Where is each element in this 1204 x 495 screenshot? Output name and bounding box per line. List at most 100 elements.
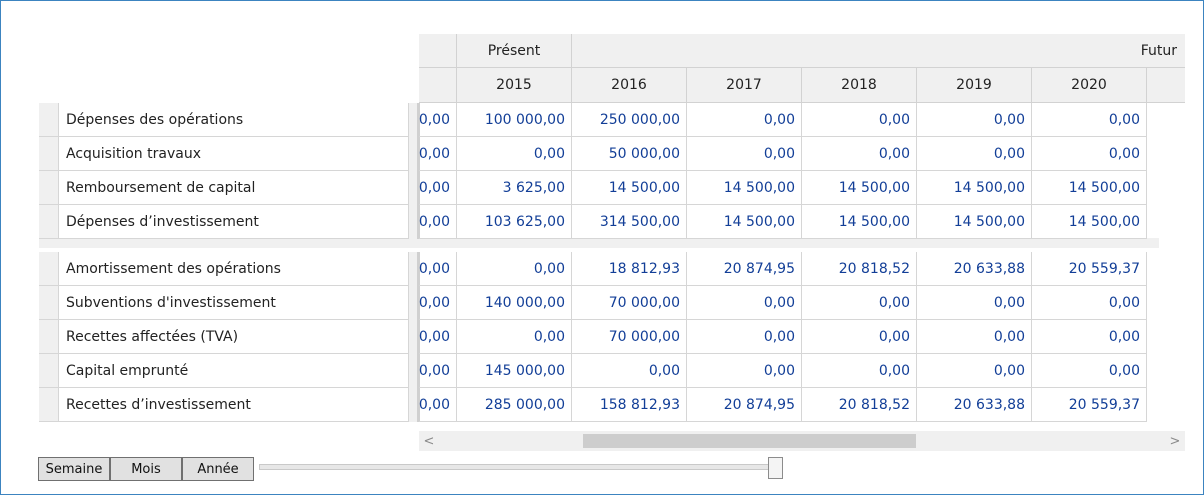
row-label: Subventions d'investissement <box>59 286 409 320</box>
table-row[interactable]: Amortissement des opérations 0,00 0,00 1… <box>39 252 1159 286</box>
cell-2020[interactable]: 14 500,00 <box>1032 205 1147 239</box>
cell-2019[interactable]: 0,00 <box>917 286 1032 320</box>
row-selector[interactable] <box>39 354 59 388</box>
cell-partial[interactable]: 0,00 <box>419 388 457 422</box>
cell-2016[interactable]: 158 812,93 <box>572 388 687 422</box>
row-selector[interactable] <box>39 137 59 171</box>
cell-2015[interactable]: 0,00 <box>457 252 572 286</box>
cell-2016[interactable]: 50 000,00 <box>572 137 687 171</box>
cell-2020[interactable]: 20 559,37 <box>1032 388 1147 422</box>
cell-2016[interactable]: 70 000,00 <box>572 320 687 354</box>
row-label: Capital emprunté <box>59 354 409 388</box>
cell-2015[interactable]: 103 625,00 <box>457 205 572 239</box>
cell-2020[interactable]: 0,00 <box>1032 103 1147 137</box>
cell-2017[interactable]: 0,00 <box>687 286 802 320</box>
cell-2017[interactable]: 20 874,95 <box>687 388 802 422</box>
cell-2019[interactable]: 0,00 <box>917 137 1032 171</box>
cell-2020[interactable]: 0,00 <box>1032 320 1147 354</box>
cell-partial[interactable]: 0,00 <box>419 252 457 286</box>
cell-2017[interactable]: 20 874,95 <box>687 252 802 286</box>
cell-2017[interactable]: 0,00 <box>687 320 802 354</box>
header-present: Présent <box>457 34 572 67</box>
cell-2018[interactable]: 0,00 <box>802 320 917 354</box>
cell-2016[interactable]: 18 812,93 <box>572 252 687 286</box>
cell-partial[interactable]: 0,00 <box>419 103 457 137</box>
row-selector[interactable] <box>39 320 59 354</box>
cell-2018[interactable]: 0,00 <box>802 354 917 388</box>
cell-2019[interactable]: 14 500,00 <box>917 171 1032 205</box>
group-separator <box>39 238 1159 248</box>
cell-partial[interactable]: 0,00 <box>419 137 457 171</box>
cell-2015[interactable]: 0,00 <box>457 137 572 171</box>
cell-partial[interactable]: 0,00 <box>419 171 457 205</box>
cell-2020[interactable]: 0,00 <box>1032 286 1147 320</box>
row-selector[interactable] <box>39 286 59 320</box>
cell-2018[interactable]: 0,00 <box>802 103 917 137</box>
horizontal-scrollbar[interactable]: < > <box>419 431 1185 451</box>
cell-2017[interactable]: 0,00 <box>687 354 802 388</box>
cell-2017[interactable]: 14 500,00 <box>687 171 802 205</box>
cell-2019[interactable]: 20 633,88 <box>917 388 1032 422</box>
cell-2018[interactable]: 14 500,00 <box>802 205 917 239</box>
cell-2015[interactable]: 140 000,00 <box>457 286 572 320</box>
cell-2018[interactable]: 0,00 <box>802 286 917 320</box>
header-period-row: Présent Futur <box>419 34 1185 68</box>
table-row[interactable]: Remboursement de capital 0,00 3 625,00 1… <box>39 171 1159 205</box>
cell-2017[interactable]: 14 500,00 <box>687 205 802 239</box>
cell-2019[interactable]: 0,00 <box>917 354 1032 388</box>
cell-2015[interactable]: 3 625,00 <box>457 171 572 205</box>
row-label: Acquisition travaux <box>59 137 409 171</box>
cell-2015[interactable]: 145 000,00 <box>457 354 572 388</box>
month-button[interactable]: Mois <box>110 457 182 481</box>
year-button[interactable]: Année <box>182 457 254 481</box>
row-selector[interactable] <box>39 252 59 286</box>
row-selector[interactable] <box>39 205 59 239</box>
cell-partial[interactable]: 0,00 <box>419 354 457 388</box>
cell-2015[interactable]: 0,00 <box>457 320 572 354</box>
cell-2018[interactable]: 20 818,52 <box>802 388 917 422</box>
cell-2019[interactable]: 0,00 <box>917 103 1032 137</box>
cell-2018[interactable]: 0,00 <box>802 137 917 171</box>
table-row[interactable]: Subventions d'investissement 0,00 140 00… <box>39 286 1159 320</box>
cell-2017[interactable]: 0,00 <box>687 103 802 137</box>
row-selector[interactable] <box>39 171 59 205</box>
row-selector[interactable] <box>39 103 59 137</box>
zoom-slider-track[interactable] <box>259 464 783 470</box>
cell-2016[interactable]: 70 000,00 <box>572 286 687 320</box>
cell-2015[interactable]: 100 000,00 <box>457 103 572 137</box>
cell-2017[interactable]: 0,00 <box>687 137 802 171</box>
cell-2018[interactable]: 20 818,52 <box>802 252 917 286</box>
cell-2020[interactable]: 20 559,37 <box>1032 252 1147 286</box>
table-row[interactable]: Acquisition travaux 0,00 0,00 50 000,00 … <box>39 137 1159 171</box>
table-row[interactable]: Recettes d’investissement 0,00 285 000,0… <box>39 388 1159 422</box>
cell-2015[interactable]: 285 000,00 <box>457 388 572 422</box>
cell-2020[interactable]: 0,00 <box>1032 137 1147 171</box>
cell-2016[interactable]: 314 500,00 <box>572 205 687 239</box>
cell-2016[interactable]: 14 500,00 <box>572 171 687 205</box>
week-button[interactable]: Semaine <box>38 457 110 481</box>
cell-2019[interactable]: 14 500,00 <box>917 205 1032 239</box>
header-partial-column <box>419 34 457 67</box>
header-year-row: 2015 2016 2017 2018 2019 2020 <box>419 68 1185 103</box>
table-row[interactable]: Dépenses des opérations 0,00 100 000,00 … <box>39 103 1159 137</box>
cell-2020[interactable]: 0,00 <box>1032 354 1147 388</box>
scroll-right-icon[interactable]: > <box>1165 431 1185 451</box>
cell-2016[interactable]: 0,00 <box>572 354 687 388</box>
row-selector[interactable] <box>39 388 59 422</box>
table-row[interactable]: Capital emprunté 0,00 145 000,00 0,00 0,… <box>39 354 1159 388</box>
cell-partial[interactable]: 0,00 <box>419 286 457 320</box>
cell-partial[interactable]: 0,00 <box>419 320 457 354</box>
row-label: Recettes d’investissement <box>59 388 409 422</box>
row-label: Dépenses des opérations <box>59 103 409 137</box>
scroll-left-icon[interactable]: < <box>419 431 439 451</box>
cell-partial[interactable]: 0,00 <box>419 205 457 239</box>
cell-2016[interactable]: 250 000,00 <box>572 103 687 137</box>
cell-2020[interactable]: 14 500,00 <box>1032 171 1147 205</box>
scrollbar-thumb[interactable] <box>583 434 916 448</box>
cell-2019[interactable]: 0,00 <box>917 320 1032 354</box>
cell-2018[interactable]: 14 500,00 <box>802 171 917 205</box>
zoom-slider-thumb[interactable] <box>768 457 783 479</box>
table-row[interactable]: Recettes affectées (TVA) 0,00 0,00 70 00… <box>39 320 1159 354</box>
cell-2019[interactable]: 20 633,88 <box>917 252 1032 286</box>
table-row[interactable]: Dépenses d’investissement 0,00 103 625,0… <box>39 205 1159 239</box>
